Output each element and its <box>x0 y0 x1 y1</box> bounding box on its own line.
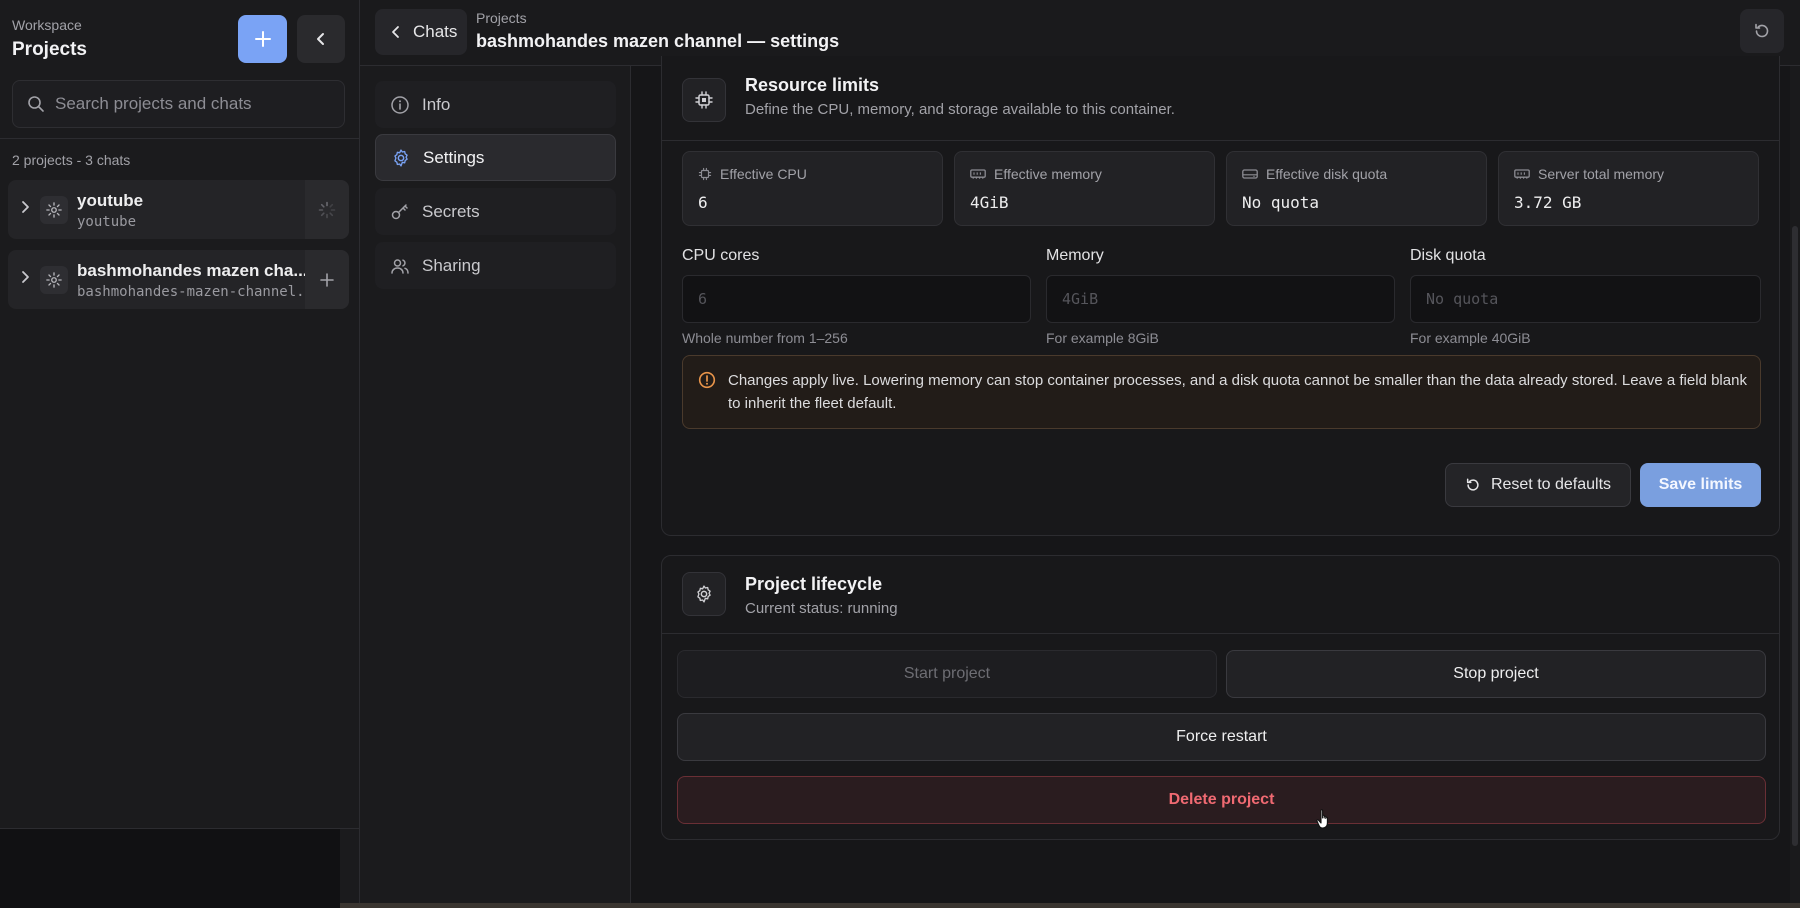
cpu-cores-input[interactable] <box>682 275 1031 323</box>
settings-main: Resource limits Define the CPU, memory, … <box>631 56 1800 908</box>
search-input[interactable] <box>55 94 325 114</box>
start-project-button[interactable]: Start project <box>677 650 1217 698</box>
alert-circle-icon <box>698 371 716 389</box>
memory-hint: For example 8GiB <box>1046 330 1159 346</box>
cpu-cores-label: CPU cores <box>682 247 760 264</box>
sidebar-title: Projects <box>12 39 87 60</box>
workspace-label: Workspace <box>12 17 82 33</box>
gear-icon <box>682 572 726 616</box>
stat-label: Effective memory <box>994 166 1102 182</box>
project-item-bashmohandes[interactable]: bashmohandes mazen cha... bashmohandes-m… <box>8 250 349 309</box>
memory-icon <box>1514 169 1530 179</box>
disk-quota-label: Disk quota <box>1410 247 1486 264</box>
nav-item-label: Settings <box>423 147 485 167</box>
delete-project-button[interactable]: Delete project <box>677 776 1766 824</box>
chevron-left-icon <box>317 33 324 45</box>
stat-label: Server total memory <box>1538 166 1665 182</box>
card-title: Resource limits <box>745 75 880 95</box>
nav-item-label: Secrets <box>422 201 480 221</box>
project-slug: youtube <box>77 214 137 230</box>
cpu-icon <box>682 78 726 122</box>
nav-item-label: Sharing <box>422 255 481 275</box>
project-name: bashmohandes mazen cha... <box>77 261 308 280</box>
sidebar-footer <box>0 829 340 908</box>
scrollbar[interactable] <box>1790 66 1800 908</box>
search-box <box>12 80 345 128</box>
nav-item-settings[interactable]: Settings <box>375 134 616 181</box>
card-subtitle: Define the CPU, memory, and storage avai… <box>745 101 1175 118</box>
gear-icon <box>394 148 408 167</box>
disk-quota-input[interactable] <box>1410 275 1761 323</box>
stat-label: Effective CPU <box>720 166 807 182</box>
project-lifecycle-card: Project lifecycle Current status: runnin… <box>661 555 1780 840</box>
force-restart-button[interactable]: Force restart <box>677 713 1766 761</box>
stat-value: 6 <box>698 193 708 212</box>
project-name: youtube <box>77 191 144 210</box>
save-limits-button[interactable]: Save limits <box>1640 463 1761 507</box>
memory-input[interactable] <box>1046 275 1395 323</box>
project-count: 2 projects - 3 chats <box>12 152 131 168</box>
card-header <box>662 556 1779 634</box>
chevron-right-icon[interactable] <box>18 270 32 284</box>
reset-to-defaults-button[interactable]: Reset to defaults <box>1445 463 1631 507</box>
disk-icon <box>1242 169 1258 179</box>
project-item-youtube[interactable]: youtube youtube <box>8 180 349 239</box>
card-header <box>662 56 1779 141</box>
memory-icon <box>970 169 986 179</box>
loading-spinner-icon <box>305 180 349 239</box>
bottom-edge <box>340 903 1800 908</box>
plus-icon <box>320 272 334 287</box>
sidebar-divider <box>0 138 359 139</box>
card-title: Project lifecycle <box>745 574 883 594</box>
reset-label: Reset to defaults <box>1490 476 1612 493</box>
resource-limits-card: Resource limits Define the CPU, memory, … <box>661 56 1780 536</box>
stat-label: Effective disk quota <box>1266 166 1388 182</box>
scrollbar-thumb[interactable] <box>1792 226 1798 846</box>
warning-text: Changes apply live. Lowering memory can … <box>728 372 1747 412</box>
new-chat-button[interactable] <box>305 250 349 309</box>
breadcrumb[interactable]: Projects <box>476 10 527 26</box>
nav-item-secrets[interactable]: Secrets <box>375 188 616 235</box>
refresh-button[interactable] <box>1740 9 1784 53</box>
gear-icon <box>40 266 68 294</box>
info-icon <box>391 95 409 114</box>
new-project-button[interactable] <box>238 15 287 63</box>
cpu-icon <box>698 167 712 181</box>
search-icon <box>28 96 44 112</box>
nav-item-info[interactable]: Info <box>375 81 616 128</box>
project-slug: bashmohandes-mazen-channel... <box>77 284 322 300</box>
refresh-icon <box>1755 23 1769 38</box>
key-icon <box>391 203 408 219</box>
stat-effective-memory: Effective memory 4GiB <box>954 151 1215 226</box>
plus-icon <box>254 31 271 47</box>
memory-label: Memory <box>1046 247 1104 264</box>
cpu-cores-hint: Whole number from 1–256 <box>682 330 848 346</box>
stat-effective-cpu: Effective CPU 6 <box>682 151 943 226</box>
chevron-right-icon[interactable] <box>18 200 32 214</box>
chevron-left-icon <box>392 26 399 38</box>
back-to-chats-button[interactable]: Chats <box>375 9 467 55</box>
disk-quota-hint: For example 40GiB <box>1410 330 1531 346</box>
nav-item-label: Info <box>422 94 451 114</box>
settings-nav: Info Settings Secrets Sharing <box>360 66 631 908</box>
stat-effective-disk-quota: Effective disk quota No quota <box>1226 151 1487 226</box>
stat-server-total-memory: Server total memory 3.72 GB <box>1498 151 1759 226</box>
projects-sidebar: Workspace Projects 2 projects - 3 chats … <box>0 0 360 908</box>
stat-value: No quota <box>1242 193 1320 212</box>
hand-pointer-cursor-icon <box>1316 809 1328 829</box>
stop-project-button[interactable]: Stop project <box>1226 650 1766 698</box>
nav-item-sharing[interactable]: Sharing <box>375 242 616 289</box>
users-icon <box>391 258 409 274</box>
page-title: bashmohandes mazen channel — settings <box>476 31 840 51</box>
lifecycle-status: Current status: running <box>745 600 898 617</box>
reset-icon <box>1466 478 1479 491</box>
gear-icon <box>40 196 68 224</box>
stat-value: 3.72 GB <box>1514 193 1582 212</box>
back-label: Chats <box>413 22 458 41</box>
warning-callout: Changes apply live. Lowering memory can … <box>682 355 1761 429</box>
stat-value: 4GiB <box>970 193 1009 212</box>
collapse-sidebar-button[interactable] <box>297 15 345 63</box>
